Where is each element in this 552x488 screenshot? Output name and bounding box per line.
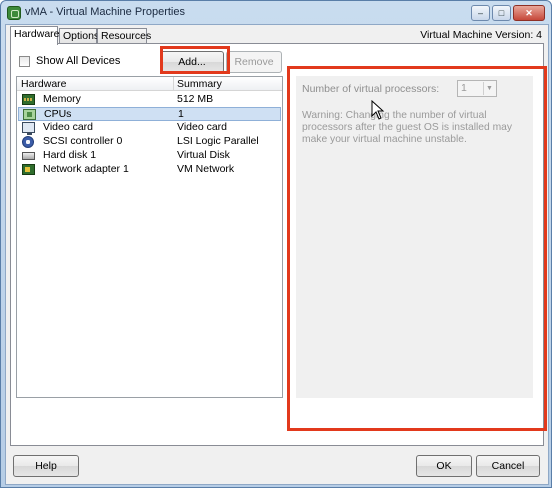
hard-disk-icon — [22, 152, 35, 160]
memory-icon — [22, 94, 35, 105]
hardware-list-header: Hardware Summary — [17, 77, 282, 91]
maximize-button[interactable]: □ — [492, 5, 511, 21]
dialog-body: Hardware Options Resources Virtual Machi… — [5, 24, 549, 485]
hardware-list: Hardware Summary Memory 512 MB CPUs 1 Vi… — [16, 76, 283, 398]
window-title: vMA - Virtual Machine Properties — [25, 6, 185, 18]
hardware-name: SCSI controller 0 — [43, 135, 123, 147]
virtual-processors-value: 1 — [461, 82, 467, 94]
show-all-devices-label: Show All Devices — [36, 55, 121, 67]
hardware-summary: VM Network — [177, 163, 235, 175]
virtual-processors-select[interactable]: 1 ▼ — [457, 80, 497, 97]
remove-hardware-button[interactable]: Remove — [226, 51, 282, 73]
network-adapter-icon — [22, 164, 35, 175]
hardware-summary: Virtual Disk — [177, 149, 230, 161]
hardware-name: Memory — [43, 93, 81, 105]
hardware-row-network-adapter[interactable]: Network adapter 1 VM Network — [18, 163, 281, 177]
minimize-button[interactable]: – — [471, 5, 490, 21]
hardware-summary: 1 — [178, 108, 184, 120]
column-header-hardware[interactable]: Hardware — [21, 78, 67, 90]
help-button[interactable]: Help — [13, 455, 79, 477]
cpu-change-warning: Warning: Changing the number of virtual … — [302, 110, 513, 145]
vm-version-label: Virtual Machine Version: 4 — [420, 29, 542, 41]
hardware-summary: LSI Logic Parallel — [177, 135, 259, 147]
hardware-summary: Video card — [177, 121, 228, 133]
hardware-row-memory[interactable]: Memory 512 MB — [18, 93, 281, 107]
scsi-controller-icon — [22, 136, 34, 148]
cpu-settings-pane: Number of virtual processors: 1 ▼ Warnin… — [296, 76, 533, 398]
cancel-button[interactable]: Cancel — [476, 455, 540, 477]
video-card-icon — [22, 122, 35, 135]
virtual-processors-label: Number of virtual processors: — [302, 83, 440, 95]
hardware-name: Video card — [43, 121, 94, 133]
hardware-name: Network adapter 1 — [43, 163, 129, 175]
ok-button[interactable]: OK — [416, 455, 472, 477]
column-header-summary[interactable]: Summary — [177, 78, 222, 90]
title-bar[interactable]: vMA - Virtual Machine Properties – □ ✕ — [1, 1, 551, 25]
add-hardware-button[interactable]: Add... — [160, 51, 224, 73]
hardware-row-cpus[interactable]: CPUs 1 — [18, 107, 281, 121]
tab-resources[interactable]: Resources — [97, 28, 151, 44]
checkbox-box[interactable] — [19, 56, 30, 67]
vm-properties-window: vMA - Virtual Machine Properties – □ ✕ H… — [0, 0, 552, 488]
column-divider[interactable] — [173, 77, 174, 91]
hardware-name: Hard disk 1 — [43, 149, 97, 161]
hardware-row-hard-disk[interactable]: Hard disk 1 Virtual Disk — [18, 149, 281, 163]
vsphere-app-icon — [7, 6, 21, 20]
hardware-row-scsi-controller[interactable]: SCSI controller 0 LSI Logic Parallel — [18, 135, 281, 149]
cpu-icon — [23, 109, 36, 120]
hardware-tab-panel: Show All Devices Add... Remove Hardware … — [10, 43, 547, 446]
chevron-down-icon[interactable]: ▼ — [483, 82, 495, 95]
tab-options[interactable]: Options — [59, 28, 99, 44]
hardware-summary: 512 MB — [177, 93, 214, 105]
close-window-button[interactable]: ✕ — [513, 5, 545, 21]
hardware-row-video-card[interactable]: Video card Video card — [18, 121, 281, 135]
hardware-name: CPUs — [44, 108, 72, 120]
tab-hardware[interactable]: Hardware — [10, 26, 60, 45]
